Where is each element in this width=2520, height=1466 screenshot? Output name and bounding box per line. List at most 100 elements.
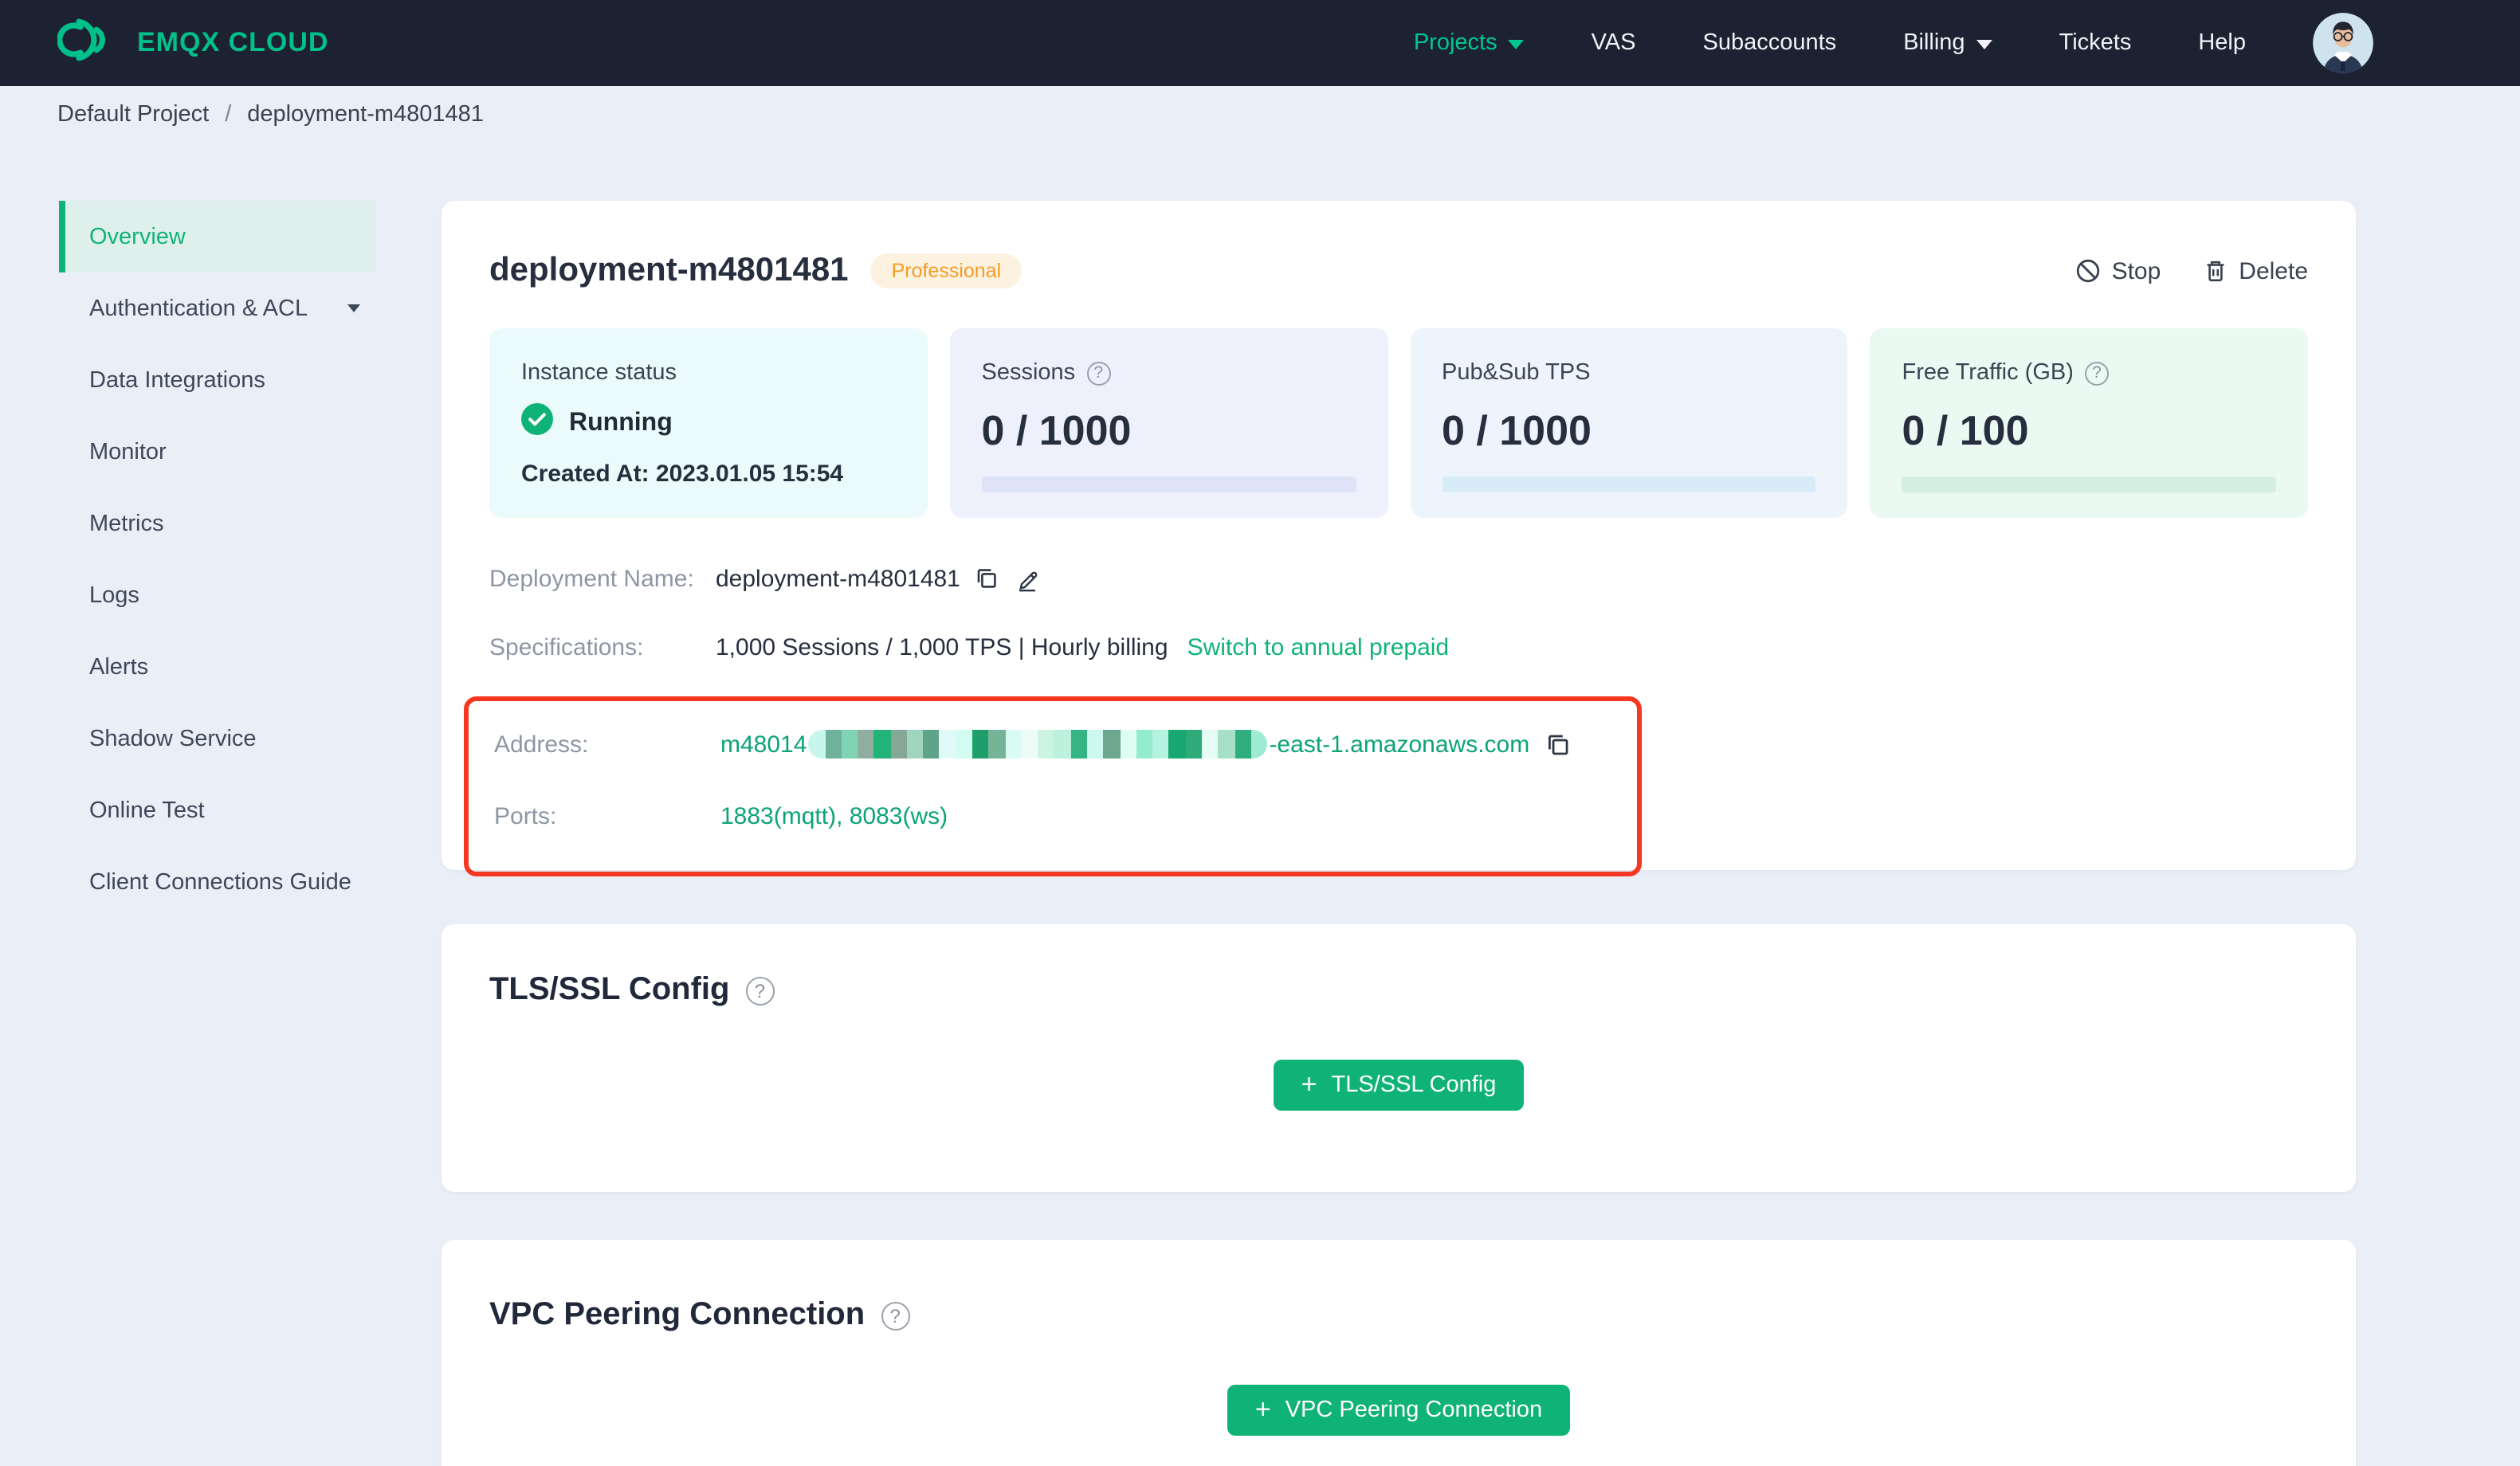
deployment-name-row: Deployment Name: deployment-m4801481: [489, 559, 2308, 598]
redaction-block: [873, 730, 891, 758]
plan-badge: Professional: [870, 253, 1023, 288]
redaction-block: [923, 730, 940, 758]
nav-item-label: VAS: [1591, 30, 1636, 56]
sidebar-item-client-connections-guide[interactable]: Client Connections Guide: [59, 846, 376, 918]
copy-icon[interactable]: [975, 566, 1000, 591]
add-vpc-peering-label: VPC Peering Connection: [1285, 1397, 1543, 1423]
redaction-block: [1087, 730, 1104, 758]
breadcrumb: Default Project / deployment-m4801481: [0, 86, 2520, 143]
stat-label: Instance status: [521, 360, 896, 386]
emqx-logo-icon: [57, 15, 121, 71]
sidebar-item-shadow-service[interactable]: Shadow Service: [59, 703, 376, 774]
help-icon[interactable]: ?: [1086, 361, 1111, 385]
ports-row: Ports: 1883(mqtt), 8083(ws): [494, 797, 1637, 835]
stat-value: 0 / 100: [1902, 406, 2029, 454]
address-prefix: m48014: [720, 731, 807, 758]
nav-item-label: Projects: [1413, 30, 1497, 56]
sidebar-item-data-integrations[interactable]: Data Integrations: [59, 344, 376, 416]
brand-name: EMQX CLOUD: [137, 27, 329, 57]
add-vpc-peering-button[interactable]: + VPC Peering Connection: [1227, 1385, 1570, 1436]
edit-icon[interactable]: [1015, 565, 1042, 592]
status-text: Running: [569, 409, 673, 436]
deployment-name-value: deployment-m4801481: [716, 565, 960, 592]
redaction-block: [825, 730, 842, 758]
top-navbar: EMQX CLOUD Projects VAS Subaccounts Billing…: [0, 0, 2520, 86]
nav-item-subaccounts[interactable]: Subaccounts: [1703, 30, 1837, 56]
sidebar-item-monitor[interactable]: Monitor: [59, 416, 376, 488]
nav-item-tickets[interactable]: Tickets: [2059, 30, 2132, 56]
tls-ssl-title: TLS/SSL Config: [489, 972, 730, 1007]
redaction-block: [1136, 730, 1153, 758]
deployment-title: deployment-m4801481: [489, 252, 849, 288]
vpc-peering-section: VPC Peering Connection ? + VPC Peering C…: [442, 1240, 2356, 1466]
delete-button[interactable]: Delete: [2202, 257, 2308, 284]
sidebar-item-metrics[interactable]: Metrics: [59, 488, 376, 559]
switch-annual-prepaid-link[interactable]: Switch to annual prepaid: [1187, 633, 1450, 660]
nav-item-label: Tickets: [2059, 30, 2132, 56]
chevron-down-icon: [1976, 40, 1992, 49]
nav-item-projects[interactable]: Projects: [1414, 30, 1525, 56]
nav-item-label: Subaccounts: [1702, 30, 1837, 56]
redaction-block: [988, 730, 1006, 758]
redaction-block: [972, 730, 989, 758]
breadcrumb-separator: /: [225, 102, 232, 127]
sidebar-item-label: Authentication & ACL: [89, 296, 308, 321]
sidebar-item-alerts[interactable]: Alerts: [59, 631, 376, 703]
usage-progress-bar: [981, 476, 1356, 492]
stat-label-text: Pub&Sub TPS: [1442, 360, 1591, 386]
nav-item-vas[interactable]: VAS: [1592, 30, 1636, 56]
deployment-name-label: Deployment Name:: [489, 565, 694, 592]
nav-item-billing[interactable]: Billing: [1903, 30, 1992, 56]
main-content: deployment-m4801481 Professional Stop De…: [442, 201, 2356, 1466]
sidebar-item-authentication-acl[interactable]: Authentication & ACL: [59, 272, 376, 344]
user-avatar[interactable]: [2313, 13, 2373, 73]
redaction-block: [956, 730, 973, 758]
stat-label-text: Sessions: [981, 360, 1076, 386]
sidebar: Overview Authentication & ACL Data Integra…: [0, 201, 442, 1466]
connection-highlight-box: Address: m48014 -east-1.amazonaws.com Po…: [464, 696, 1642, 876]
redaction-block: [1021, 730, 1038, 758]
stat-label-text: Free Traffic (GB): [1902, 360, 2074, 386]
stat-label-text: Instance status: [521, 360, 677, 386]
vpc-peering-title: VPC Peering Connection: [489, 1297, 866, 1332]
sidebar-item-label: Logs: [89, 582, 139, 608]
copy-address-icon[interactable]: [1544, 731, 1571, 758]
nav-item-help[interactable]: Help: [2198, 30, 2246, 56]
stop-button[interactable]: Stop: [2075, 257, 2161, 284]
sidebar-item-logs[interactable]: Logs: [59, 559, 376, 631]
address-redacted: [808, 730, 1268, 758]
redaction-block: [1185, 730, 1202, 758]
stat-label: Sessions?: [982, 360, 1356, 386]
stat-value: 0 / 1000: [981, 406, 1132, 454]
redaction-block: [1234, 730, 1251, 758]
sidebar-item-online-test[interactable]: Online Test: [59, 774, 376, 846]
sidebar-item-label: Alerts: [89, 654, 149, 680]
add-tls-ssl-config-button[interactable]: + TLS/SSL Config: [1274, 1060, 1524, 1111]
redaction-block: [1218, 730, 1235, 758]
check-circle-icon: [521, 403, 553, 443]
brand-logo[interactable]: EMQX CLOUD: [57, 15, 328, 71]
stat-card-pub-sub-tps: Pub&Sub TPS 0 / 1000: [1410, 328, 1848, 518]
redaction-block: [1054, 730, 1071, 758]
specifications-label: Specifications:: [489, 633, 644, 660]
deployment-header: deployment-m4801481 Professional Stop De…: [489, 252, 2308, 290]
chevron-down-icon: [347, 304, 360, 312]
plus-icon: +: [1301, 1069, 1317, 1100]
plus-icon: +: [1254, 1394, 1271, 1425]
redaction-block: [1152, 730, 1169, 758]
usage-progress-bar: [1442, 476, 1816, 492]
add-tls-ssl-config-label: TLS/SSL Config: [1331, 1072, 1497, 1098]
sidebar-item-overview[interactable]: Overview: [59, 201, 376, 272]
breadcrumb-project[interactable]: Default Project: [57, 102, 209, 127]
delete-label: Delete: [2239, 257, 2308, 284]
help-icon[interactable]: ?: [745, 976, 775, 1005]
stats-row: Instance status Running Created At: 2023.0…: [489, 328, 2308, 518]
help-icon[interactable]: ?: [2084, 361, 2109, 385]
stat-label: Free Traffic (GB)?: [1902, 360, 2277, 386]
navbar-menu: Projects VAS Subaccounts Billing Tickets Help: [1414, 30, 2246, 56]
stat-card-free-traffic-gb: Free Traffic (GB)? 0 / 100: [1870, 328, 2308, 518]
help-icon[interactable]: ?: [881, 1301, 910, 1330]
sidebar-item-label: Shadow Service: [89, 726, 257, 751]
redaction-block: [1201, 730, 1219, 758]
redaction-block: [1250, 730, 1268, 758]
